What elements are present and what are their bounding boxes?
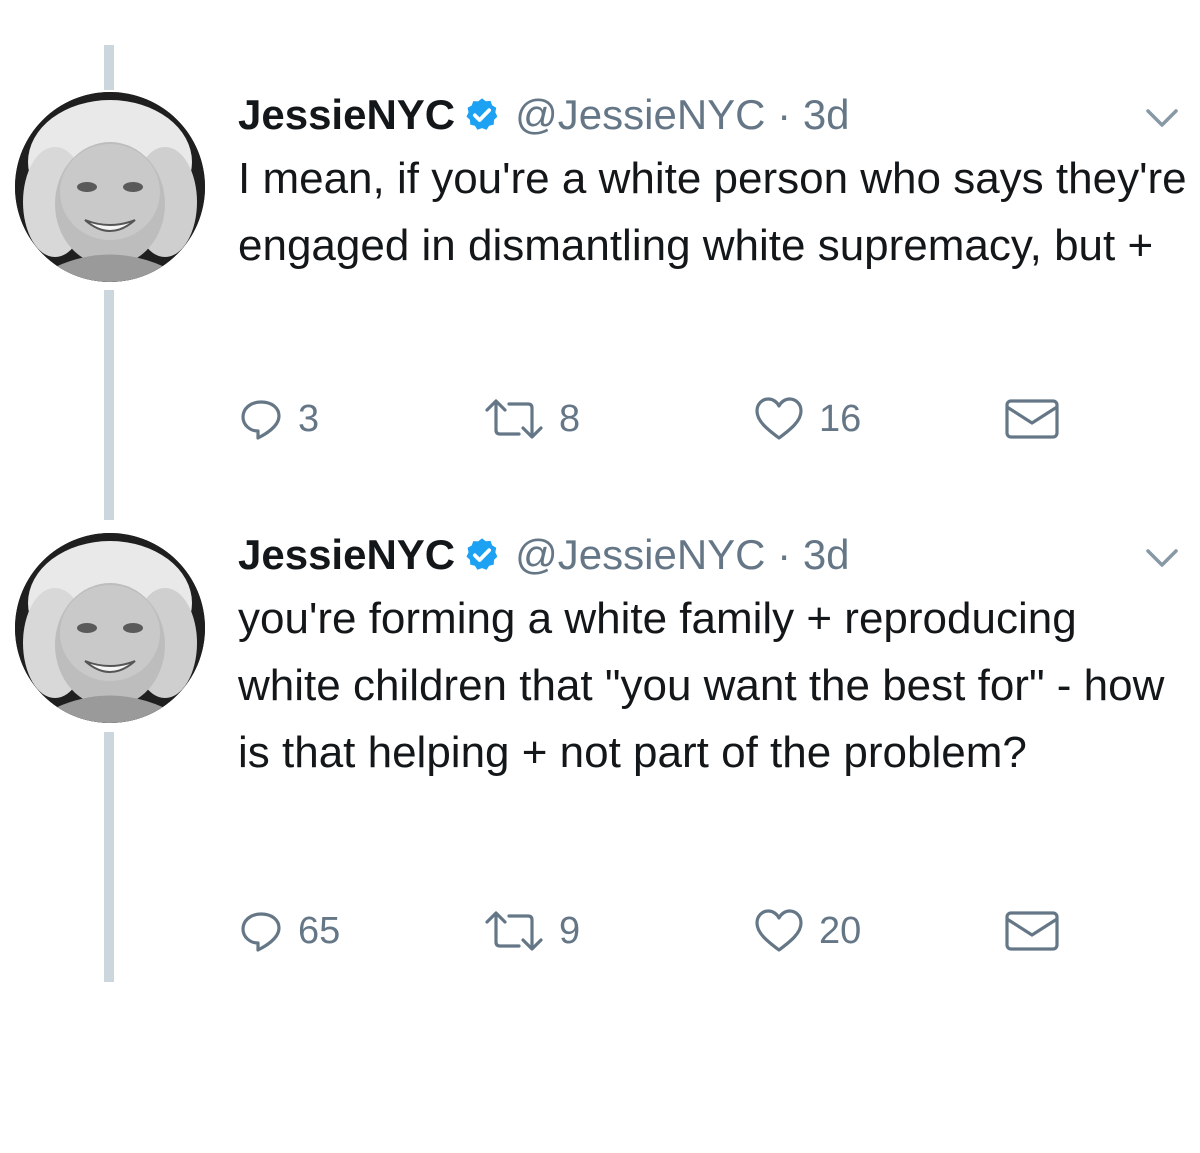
envelope-icon <box>1005 911 1059 951</box>
handle[interactable]: @JessieNYC <box>515 91 765 139</box>
heart-icon <box>755 397 803 440</box>
like-count: 20 <box>819 909 862 952</box>
tweet-actions: 65 9 20 <box>238 901 1078 961</box>
verified-badge-icon <box>463 536 501 574</box>
retweet-count: 8 <box>559 397 581 440</box>
tweet-text: you're forming a white family + reproduc… <box>238 594 1165 777</box>
tweet[interactable]: JessieNYC @JessieNYC · 3d I mean, if you… <box>0 85 1200 485</box>
time-separator: · <box>765 531 803 578</box>
timestamp[interactable]: 3d <box>803 91 850 139</box>
tweet-header: JessieNYC @JessieNYC · 3d <box>238 525 850 585</box>
handle[interactable]: @JessieNYC <box>515 531 765 579</box>
retweet-button[interactable]: 8 <box>483 389 580 449</box>
like-button[interactable]: 20 <box>753 901 861 961</box>
like-count: 16 <box>819 397 862 440</box>
reply-button[interactable]: 3 <box>238 389 319 449</box>
display-name[interactable]: JessieNYC <box>238 531 455 579</box>
chevron-down-icon[interactable] <box>1142 103 1182 133</box>
time-separator: · <box>765 91 803 138</box>
avatar-image <box>15 92 205 282</box>
direct-message-button[interactable] <box>1004 901 1060 961</box>
avatar[interactable] <box>15 533 205 723</box>
display-name[interactable]: JessieNYC <box>238 91 455 139</box>
retweet-icon <box>485 911 543 951</box>
direct-message-button[interactable] <box>1004 389 1060 449</box>
reply-icon <box>241 912 281 952</box>
avatar-image <box>15 533 205 723</box>
avatar[interactable] <box>15 92 205 282</box>
chevron-down-icon[interactable] <box>1142 543 1182 573</box>
retweet-count: 9 <box>559 909 581 952</box>
retweet-icon <box>485 399 543 439</box>
timestamp[interactable]: 3d <box>803 531 850 579</box>
tweet-text: I mean, if you're a white person who say… <box>238 154 1187 270</box>
verified-badge-icon <box>463 96 501 134</box>
envelope-icon <box>1005 399 1059 439</box>
reply-button[interactable]: 65 <box>238 901 340 961</box>
reply-count: 65 <box>298 909 341 952</box>
tweet-actions: 3 8 16 <box>238 389 1078 449</box>
reply-count: 3 <box>298 397 320 440</box>
retweet-button[interactable]: 9 <box>483 901 580 961</box>
reply-icon <box>241 400 281 440</box>
tweet[interactable]: JessieNYC @JessieNYC · 3d you're forming… <box>0 525 1200 955</box>
like-button[interactable]: 16 <box>753 389 861 449</box>
thread-line-top <box>104 45 114 90</box>
tweet-header: JessieNYC @JessieNYC · 3d <box>238 85 850 145</box>
heart-icon <box>755 909 803 952</box>
